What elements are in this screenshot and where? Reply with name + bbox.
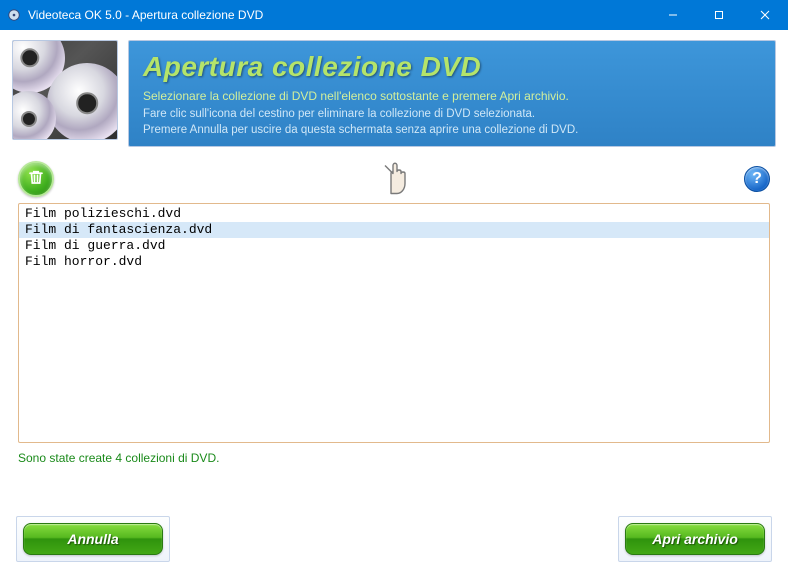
minimize-button[interactable] (650, 0, 696, 30)
help-button[interactable]: ? (744, 166, 770, 192)
banner-heading: Apertura collezione DVD (143, 51, 761, 83)
cancel-button-frame: Annulla (16, 516, 170, 562)
titlebar: Videoteca OK 5.0 - Apertura collezione D… (0, 0, 788, 30)
window-controls (650, 0, 788, 30)
banner-text-1: Fare clic sull'icona del cestino per eli… (143, 107, 761, 123)
close-button[interactable] (742, 0, 788, 30)
list-item[interactable]: Film polizieschi.dvd (19, 206, 769, 222)
open-archive-button[interactable]: Apri archivio (625, 523, 765, 555)
help-icon: ? (752, 170, 762, 188)
app-icon (6, 7, 22, 23)
banner-subtitle: Selezionare la collezione di DVD nell'el… (143, 89, 761, 103)
dvd-thumbnail (12, 40, 118, 140)
banner: Apertura collezione DVD Selezionare la c… (128, 40, 776, 147)
window-title: Videoteca OK 5.0 - Apertura collezione D… (28, 8, 650, 22)
banner-text-2: Premere Annulla per uscire da questa sch… (143, 123, 761, 139)
list-item[interactable]: Film di guerra.dvd (19, 238, 769, 254)
status-text: Sono state create 4 collezioni di DVD. (12, 443, 776, 465)
list-item[interactable]: Film horror.dvd (19, 254, 769, 270)
cancel-button[interactable]: Annulla (23, 523, 163, 555)
list-item[interactable]: Film di fantascienza.dvd (19, 222, 769, 238)
open-archive-button-frame: Apri archivio (618, 516, 772, 562)
maximize-button[interactable] (696, 0, 742, 30)
trash-icon (27, 168, 45, 191)
pointing-hand-icon (377, 156, 411, 201)
collection-list[interactable]: Film polizieschi.dvdFilm di fantascienza… (18, 203, 770, 443)
delete-button[interactable] (18, 161, 54, 197)
